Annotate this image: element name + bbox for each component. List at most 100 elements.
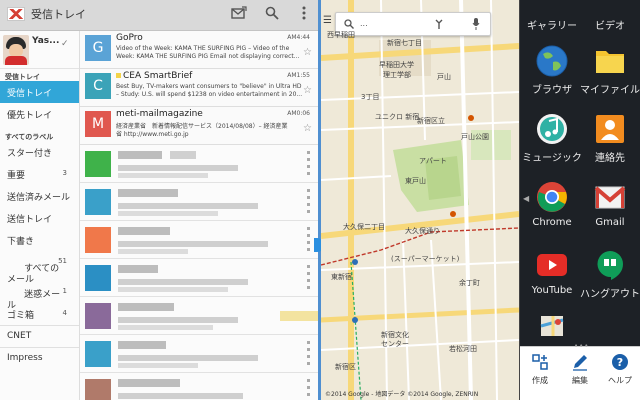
chrome-icon [535,180,569,214]
drawer-item-label: 受信トレイ [7,89,53,99]
youtube-icon [535,248,569,282]
sender-badge: C [85,73,111,99]
map-label: 西早稲田 [327,31,355,39]
app-music[interactable]: ミュージック [522,112,582,164]
map-label: 余丁町 [459,279,480,287]
music-note-icon [535,112,569,146]
maps-menu-icon[interactable]: ☰ [323,15,332,26]
drag-grip-icon[interactable]: ••• [574,342,589,350]
drawer-item-sent[interactable]: 送信済みメール [0,185,79,207]
map-search-box[interactable]: ... [335,12,491,36]
list-item[interactable] [80,145,318,183]
gmail-logo-icon[interactable] [7,7,25,21]
row-obscured-icon [307,227,310,253]
list-item[interactable] [80,373,318,400]
search-icon[interactable] [263,6,281,24]
gmail-title[interactable]: 受信トレイ [31,6,86,22]
drawer-item-spam[interactable]: 迷惑メー ル 1 [0,277,79,311]
gallery-icon [535,0,569,14]
overflow-menu-icon[interactable] [295,6,313,24]
create-icon [520,353,560,375]
row-obscured-icon [307,341,310,367]
drawer-item-all-mail[interactable]: すべての メール 51 [0,251,79,285]
map-label: 大久保通り [405,227,440,235]
app-youtube[interactable]: YouTube [522,248,582,296]
drawer-item-outbox[interactable]: 送信トレイ [0,207,79,229]
sender-badge [85,227,111,253]
sender-badge [85,189,111,215]
drawer-item-label: Impress [7,353,43,363]
row-obscured-icon [307,189,310,215]
message-time: AM4:44 [287,34,310,41]
drawer-item-drafts[interactable]: 下書き [0,229,79,251]
edit-button[interactable]: 編集 [560,353,600,386]
account-row[interactable]: Yas... ✓ [0,31,79,69]
sender-badge [85,341,111,367]
drawer-item-count: 51 [58,257,67,265]
app-chrome[interactable]: Chrome [522,180,582,228]
app-contacts[interactable]: 連絡先 [580,112,640,164]
help-button[interactable]: ? ヘルプ [600,353,640,386]
drawer-item-label: 下書き [7,237,35,247]
sender-row: CEA SmartBrief [116,71,192,81]
map-label: 若松河田 [449,345,477,353]
app-browser[interactable]: ブラウザ [522,44,582,96]
map-canvas[interactable] [321,0,519,400]
page-left-icon[interactable]: ◀ [523,194,529,203]
create-button[interactable]: 作成 [520,353,560,386]
app-gallery[interactable]: ギャラリー [522,0,582,32]
edit-icon [560,353,600,375]
avatar [3,35,29,65]
app-maps[interactable] [522,314,582,336]
list-item[interactable] [80,259,318,297]
app-label: ミュージック [522,153,582,164]
list-item[interactable] [80,221,318,259]
drawer-item-inbox[interactable]: 受信トレイ [0,81,79,103]
drawer-item-impress[interactable]: Impress [0,347,79,369]
list-item[interactable] [80,297,318,335]
compose-icon[interactable] [230,6,248,24]
list-item[interactable]: M meti-mailmagazine AM0:06 経済産業省 新着情報配信サ… [80,107,318,145]
star-icon[interactable]: ☆ [303,123,312,134]
drawer-item-label: スター付き [7,149,53,159]
list-item[interactable] [80,183,318,221]
message-list: G GoPro AM4:44 Video of the Week: KAMA T… [80,31,318,400]
gmail-pane: 受信トレイ Yas... ✓ 受信トレイ 受信トレイ 優先トレイ すべてのラベル… [0,0,318,400]
list-item[interactable]: C CEA SmartBrief AM1:55 Best Buy, TV-mak… [80,69,318,107]
star-icon[interactable]: ☆ [303,85,312,96]
maps-pane[interactable]: ... ☰ 西早稲田 新宿七丁目 早稲田大学 理工学部 戸山 3丁目 ユニクロ … [321,0,519,400]
navigation-drawer: Yas... ✓ 受信トレイ 受信トレイ 優先トレイ すべてのラベル スター付き… [0,31,80,400]
map-label: 東戸山 [405,177,426,185]
drawer-item-priority-inbox[interactable]: 優先トレイ [0,103,79,125]
list-item[interactable] [80,335,318,373]
message-subject: Best Buy, TV-makers want consumers to "b… [116,83,302,90]
drawer-item-trash[interactable]: ゴミ箱 4 [0,303,79,325]
app-hangouts[interactable]: ハングアウト [580,248,640,300]
drawer-item-starred[interactable]: スター付き [0,141,79,163]
section-all-labels: すべてのラベル [5,133,54,141]
drawer-item-important[interactable]: 重要 3 [0,163,79,185]
star-icon[interactable]: ☆ [303,47,312,58]
app-label: YouTube [531,285,573,296]
map-copyright: ©2014 Google - 地図データ ©2014 Google, ZENRI… [325,391,479,398]
drawer-item-label: CNET [7,331,32,341]
drawer-item-label: ゴミ箱 [7,311,35,321]
video-icon [593,0,627,14]
sender-badge [85,303,111,329]
map-label: 大久保二丁目 [343,223,385,231]
app-my-files[interactable]: マイファイル [580,44,640,96]
drawer-item-count: 1 [62,287,67,295]
app-label: Chrome [532,217,572,228]
app-video[interactable]: ビデオ [580,0,640,32]
sender-badge: G [85,35,111,61]
section-inbox: 受信トレイ [5,73,40,81]
drawer-item-count: 4 [62,309,67,317]
map-label: アパート [419,157,447,165]
map-label: 新宿区立 [417,117,445,125]
map-label: 3丁目 [361,93,380,101]
list-item[interactable]: G GoPro AM4:44 Video of the Week: KAMA T… [80,31,318,69]
drawer-item-cnet[interactable]: CNET [0,325,79,347]
app-gmail[interactable]: Gmail [580,180,640,228]
message-time: AM0:06 [287,110,310,117]
map-label: 戸山 [437,73,451,81]
